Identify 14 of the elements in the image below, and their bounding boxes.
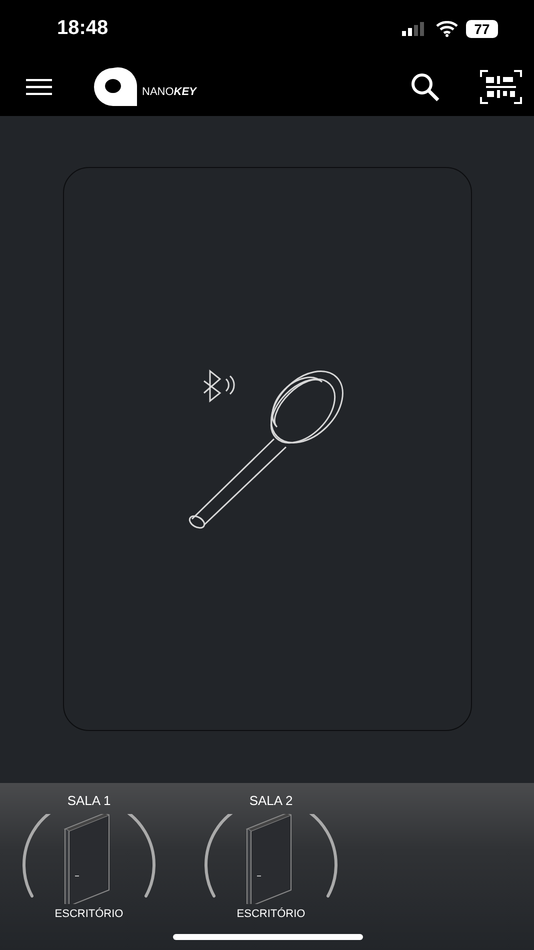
lock-location: ESCRITÓRIO — [54, 908, 124, 920]
brand-name: KEY — [174, 86, 196, 98]
lock-name: SALA 1 — [67, 793, 111, 808]
battery-indicator: 77 — [466, 20, 498, 38]
lock-name: SALA 2 — [249, 793, 293, 808]
search-icon[interactable] — [410, 72, 440, 102]
door-lock-icon[interactable] — [204, 814, 338, 904]
brand-name: NANO — [142, 86, 174, 98]
qr-code-icon[interactable] — [480, 70, 522, 104]
lock-location: ESCRITÓRIO — [236, 908, 306, 920]
door-lock-icon[interactable] — [22, 814, 156, 904]
status-time: 18:48 — [57, 17, 108, 40]
menu-icon[interactable] — [26, 78, 52, 94]
wifi-icon — [436, 20, 458, 36]
